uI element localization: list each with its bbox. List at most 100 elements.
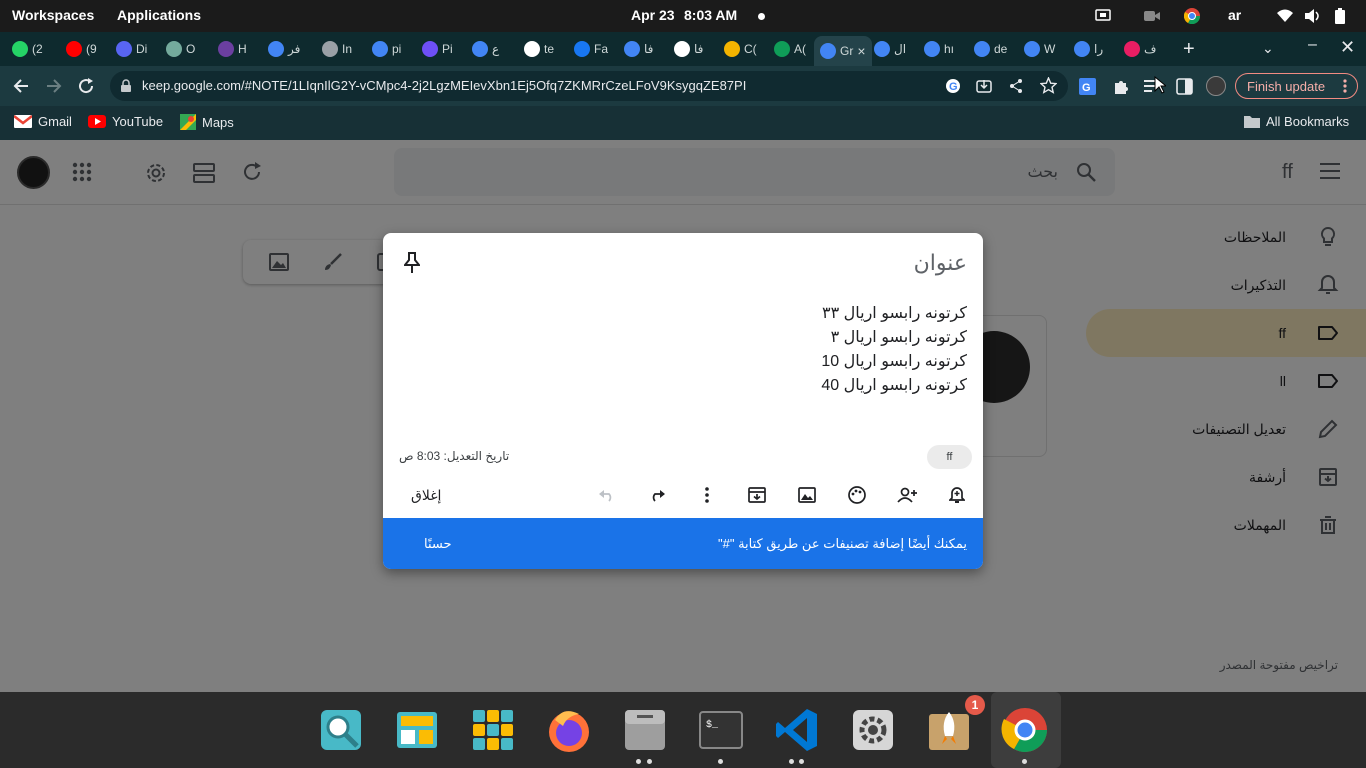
- back-icon[interactable]: [12, 77, 30, 95]
- bookmark-label: Gmail: [38, 114, 72, 129]
- note-editor-dialog: عنوان كرتونه رابسو اريال ٣٣ كرتونه رابسو…: [383, 233, 983, 569]
- more-options-icon[interactable]: [695, 483, 719, 507]
- close-button[interactable]: إغلاق: [411, 487, 441, 504]
- translate-extension-icon[interactable]: G: [1079, 78, 1096, 95]
- bookmark-gmail[interactable]: Gmail: [14, 114, 72, 129]
- pin-icon[interactable]: [404, 252, 420, 274]
- browser-tab[interactable]: de: [974, 36, 1007, 62]
- more-vert-icon[interactable]: [1343, 79, 1347, 93]
- browser-tab[interactable]: ع: [472, 36, 499, 62]
- app-library-icon[interactable]: [469, 706, 517, 754]
- close-window-icon[interactable]: ✕: [1340, 37, 1355, 58]
- new-tab-icon[interactable]: +: [1183, 38, 1195, 61]
- discord-icon: [116, 41, 132, 57]
- palette-icon[interactable]: [845, 483, 869, 507]
- close-tab-icon[interactable]: ×: [857, 43, 865, 59]
- google-icon: [1024, 41, 1040, 57]
- browser-tab[interactable]: hı: [924, 36, 954, 62]
- chrome-tray-icon[interactable]: [1184, 8, 1200, 24]
- url-text[interactable]: keep.google.com/#NOTE/1LIqnIlG2Y-vCMpc4-…: [142, 78, 746, 93]
- redo-icon[interactable]: [645, 483, 669, 507]
- updates-rocket-icon[interactable]: [925, 706, 973, 754]
- note-title-input[interactable]: عنوان: [914, 250, 967, 276]
- camera-icon[interactable]: [1144, 10, 1160, 22]
- chart-icon: [422, 41, 438, 57]
- tab-title: H: [238, 42, 247, 56]
- tab-title: C(: [744, 42, 757, 56]
- browser-tab[interactable]: Pi: [422, 36, 453, 62]
- battery-icon[interactable]: [1335, 8, 1345, 24]
- bookmark-youtube[interactable]: YouTube: [88, 114, 163, 129]
- browser-tab[interactable]: pi: [372, 36, 401, 62]
- browser-tab[interactable]: (9: [66, 36, 97, 62]
- settings-app-icon[interactable]: [849, 706, 897, 754]
- finish-update-button[interactable]: Finish update: [1235, 73, 1358, 99]
- browser-tab[interactable]: ال: [874, 36, 906, 62]
- applications-button[interactable]: Applications: [117, 7, 201, 23]
- browser-tab[interactable]: ف: [1124, 36, 1156, 62]
- browser-tab[interactable]: In: [322, 36, 352, 62]
- bookmark-maps[interactable]: Maps: [180, 114, 234, 130]
- browser-tab[interactable]: Fa: [574, 36, 608, 62]
- note-line: كرتونه رابسو اريال ٣: [830, 329, 967, 346]
- profile-avatar[interactable]: [1206, 76, 1226, 96]
- firefox-icon[interactable]: [545, 706, 593, 754]
- gmail-icon: [14, 115, 32, 128]
- browser-tab[interactable]: Di: [116, 36, 147, 62]
- browser-tab[interactable]: C(: [724, 36, 757, 62]
- minimize-icon[interactable]: –: [1308, 36, 1317, 54]
- app-icon: [1124, 41, 1140, 57]
- screen-share-icon[interactable]: [1095, 9, 1111, 23]
- browser-toolbar: keep.google.com/#NOTE/1LIqnIlG2Y-vCMpc4-…: [0, 66, 1366, 106]
- reload-icon[interactable]: [77, 77, 95, 95]
- add-image-icon[interactable]: [795, 483, 819, 507]
- extensions-icon[interactable]: [1112, 78, 1129, 95]
- note-body-input[interactable]: كرتونه رابسو اريال ٣٣ كرتونه رابسو اريال…: [821, 302, 967, 398]
- undo-icon[interactable]: [595, 483, 619, 507]
- install-app-icon[interactable]: [976, 78, 992, 94]
- browser-tab[interactable]: A(: [774, 36, 806, 62]
- snackbar-ok-button[interactable]: حسنًا: [424, 536, 452, 552]
- volume-icon[interactable]: [1305, 9, 1321, 23]
- vscode-icon[interactable]: [773, 706, 821, 754]
- date[interactable]: Apr 23: [631, 7, 675, 23]
- terminal-icon[interactable]: $_: [697, 706, 745, 754]
- site-info-icon[interactable]: [120, 79, 132, 93]
- files-manager-icon[interactable]: [393, 706, 441, 754]
- browser-tab[interactable]: te: [524, 36, 554, 62]
- running-indicator: [789, 759, 794, 764]
- remind-me-icon[interactable]: [945, 483, 969, 507]
- browser-tab[interactable]: H: [218, 36, 247, 62]
- clock[interactable]: 8:03 AM: [684, 7, 737, 23]
- edited-timestamp: تاريخ التعديل: 8:03 ص: [399, 449, 510, 463]
- tab-title: فا: [644, 42, 654, 56]
- archive-icon[interactable]: [745, 483, 769, 507]
- google-icon: [372, 41, 388, 57]
- browser-tab[interactable]: W: [1024, 36, 1055, 62]
- label-chip[interactable]: ff: [927, 445, 972, 469]
- tab-title: فر: [288, 42, 301, 56]
- share-icon[interactable]: [1008, 78, 1024, 94]
- tab-title: te: [544, 42, 555, 56]
- keyboard-language[interactable]: ar: [1228, 7, 1241, 23]
- bookmark-star-icon[interactable]: [1040, 77, 1057, 94]
- browser-tab[interactable]: O: [166, 36, 195, 62]
- forward-icon[interactable]: [45, 77, 63, 95]
- browser-tab[interactable]: Gr ×: [814, 36, 872, 66]
- browser-tab[interactable]: را: [1074, 36, 1103, 62]
- browser-tab[interactable]: فا: [674, 36, 703, 62]
- tab-search-icon[interactable]: ⌄: [1262, 40, 1274, 57]
- google-lens-icon[interactable]: G: [945, 78, 961, 94]
- wifi-icon[interactable]: [1277, 9, 1293, 22]
- chrome-app-icon[interactable]: [1001, 706, 1049, 754]
- address-bar[interactable]: keep.google.com/#NOTE/1LIqnIlG2Y-vCMpc4-…: [110, 71, 1068, 101]
- collaborator-icon[interactable]: [895, 483, 919, 507]
- all-bookmarks-button[interactable]: All Bookmarks: [1244, 114, 1349, 129]
- browser-tab[interactable]: (2: [12, 36, 43, 62]
- side-panel-icon[interactable]: [1176, 78, 1193, 95]
- browser-tab[interactable]: فا: [624, 36, 653, 62]
- browser-tab[interactable]: فر: [268, 36, 300, 62]
- file-cabinet-icon[interactable]: [621, 706, 669, 754]
- search-app-icon[interactable]: [317, 706, 365, 754]
- workspaces-button[interactable]: Workspaces: [12, 7, 94, 23]
